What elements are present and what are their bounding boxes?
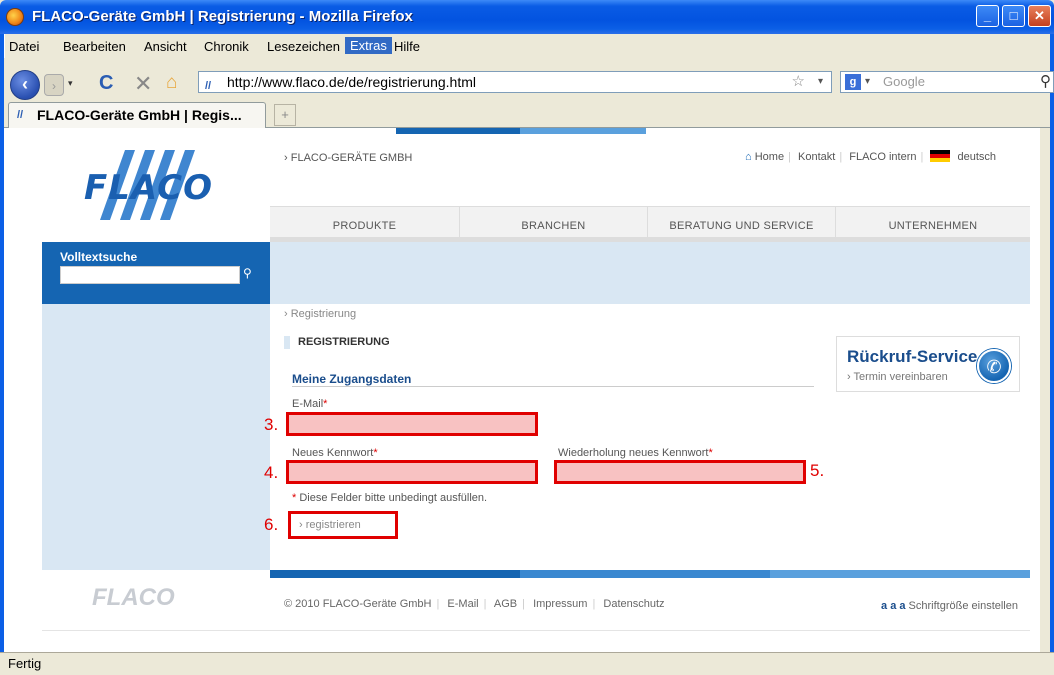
- font-size-control[interactable]: a a a Schriftgröße einstellen: [881, 600, 1018, 612]
- font-size-label: Schriftgröße einstellen: [908, 600, 1018, 612]
- minimize-button[interactable]: _: [976, 5, 999, 27]
- forward-button[interactable]: ›: [44, 74, 64, 96]
- fulltext-search-label: Volltextsuche: [60, 250, 138, 264]
- email-label: E-Mail*: [292, 398, 328, 410]
- footer-email-link[interactable]: E-Mail: [447, 598, 478, 610]
- language-link[interactable]: deutsch: [957, 151, 996, 163]
- window-title: FLACO-Geräte GmbH | Registrierung - Mozi…: [32, 8, 413, 25]
- menu-chronik[interactable]: Chronik: [204, 39, 249, 54]
- fulltext-search: Volltextsuche ⚲: [42, 242, 270, 304]
- vertical-scrollbar[interactable]: [1040, 128, 1050, 652]
- kontakt-link[interactable]: Kontakt: [798, 151, 835, 163]
- tab-label: FLACO-Geräte GmbH | Regis...: [37, 107, 242, 123]
- banner-area: [270, 242, 1030, 304]
- register-button[interactable]: › registrieren: [288, 511, 398, 539]
- search-engine-dropdown-icon[interactable]: ▾: [865, 72, 870, 92]
- home-icon[interactable]: ⌂: [166, 72, 177, 94]
- menu-datei[interactable]: Datei: [9, 39, 39, 54]
- navigation-toolbar: ‹ › ▾ C ✕ ⌂ // http://www.flaco.de/de/re…: [4, 60, 1054, 102]
- site-favicon-icon: //: [205, 80, 212, 92]
- history-dropdown-icon[interactable]: ▾: [68, 78, 73, 89]
- status-bar: Fertig: [0, 652, 1054, 675]
- menu-bearbeiten[interactable]: Bearbeiten: [63, 39, 126, 54]
- callback-link[interactable]: › Termin vereinbaren: [847, 371, 948, 383]
- bottom-stripe: [270, 570, 1030, 578]
- home-link-icon[interactable]: ⌂: [745, 151, 752, 163]
- stop-icon[interactable]: ✕: [134, 71, 152, 97]
- nav-tab-branchen[interactable]: BRANCHEN: [460, 207, 648, 243]
- menu-hilfe[interactable]: Hilfe: [394, 39, 420, 54]
- copyright: © 2010 FLACO-Geräte GmbH: [284, 598, 432, 610]
- flaco-intern-link[interactable]: FLACO intern: [849, 151, 916, 163]
- reload-icon[interactable]: C: [99, 72, 113, 95]
- search-bar[interactable]: g ▾ Google ⚲: [840, 71, 1054, 93]
- section-title: Meine Zugangsdaten: [292, 372, 412, 386]
- section-divider: [292, 386, 814, 387]
- left-sidebar-panel: [42, 304, 270, 570]
- password-field[interactable]: [286, 460, 538, 484]
- url-dropdown-icon[interactable]: ▾: [818, 72, 823, 92]
- annotation-5: 5.: [810, 461, 825, 480]
- main-navigation: PRODUKTE BRANCHEN BERATUNG UND SERVICE U…: [270, 206, 1030, 243]
- window-frame-right: [1050, 34, 1054, 652]
- footer-agb-link[interactable]: AGB: [494, 598, 517, 610]
- menu-ansicht[interactable]: Ansicht: [144, 39, 187, 54]
- menu-lesezeichen[interactable]: Lesezeichen: [267, 39, 340, 54]
- search-placeholder: Google: [883, 74, 925, 89]
- nav-tab-unternehmen[interactable]: UNTERNEHMEN: [836, 207, 1030, 243]
- phone-icon: ✆: [977, 349, 1011, 383]
- footer-datenschutz-link[interactable]: Datenschutz: [603, 598, 664, 610]
- web-page: FLACO Volltextsuche ⚲ FLACO › FLACO-GERÄ…: [42, 128, 1030, 652]
- bookmark-star-icon[interactable]: ☆: [792, 72, 805, 92]
- logo-area[interactable]: FLACO: [42, 128, 270, 242]
- close-window-button[interactable]: ✕: [1028, 5, 1051, 27]
- left-column: FLACO Volltextsuche ⚲ FLACO: [42, 128, 270, 652]
- footer-logo: FLACO: [92, 584, 175, 611]
- page-breadcrumb[interactable]: › Registrierung: [284, 308, 356, 320]
- required-hint: * Diese Felder bitte unbedingt ausfüllen…: [292, 492, 488, 504]
- header-breadcrumb[interactable]: › FLACO-GERÄTE GMBH: [284, 152, 412, 164]
- tab-bar: // FLACO-Geräte GmbH | Regis... +: [4, 102, 1050, 128]
- tab-active[interactable]: // FLACO-Geräte GmbH | Regis...: [8, 102, 266, 128]
- font-size-icons[interactable]: a a a: [881, 600, 905, 612]
- footer-links: © 2010 FLACO-Geräte GmbH | E-Mail | AGB | I…: [284, 598, 665, 610]
- page-bottom: [42, 630, 1030, 652]
- back-button[interactable]: ‹: [10, 70, 40, 100]
- password-label: Neues Kennwort*: [292, 447, 378, 459]
- page-title: REGISTRIERUNG: [284, 336, 390, 349]
- german-flag-icon[interactable]: [930, 150, 951, 162]
- search-engine-icon[interactable]: g: [845, 74, 861, 90]
- footer-impressum-link[interactable]: Impressum: [533, 598, 587, 610]
- menu-bar: Datei Bearbeiten Ansicht Chronik Lesezei…: [4, 34, 1050, 58]
- fulltext-search-input[interactable]: [60, 266, 240, 284]
- firefox-icon: [6, 8, 24, 26]
- callback-title: Rückruf-Service: [847, 347, 978, 366]
- footer-logo-area: FLACO: [42, 570, 270, 630]
- flaco-logo: FLACO: [84, 168, 214, 208]
- password-repeat-field[interactable]: [554, 460, 806, 484]
- fulltext-search-icon[interactable]: ⚲: [243, 266, 252, 280]
- tab-favicon-icon: //: [17, 109, 24, 121]
- main-column: › FLACO-GERÄTE GMBH ⌂ Home | Kontakt | FLA…: [264, 128, 1030, 652]
- annotation-3: 3.: [264, 415, 279, 434]
- home-link[interactable]: Home: [755, 151, 784, 163]
- annotation-4: 4.: [264, 463, 279, 482]
- page-viewport: FLACO Volltextsuche ⚲ FLACO › FLACO-GERÄ…: [4, 128, 1050, 652]
- search-icon[interactable]: ⚲: [1040, 72, 1051, 92]
- url-text: http://www.flaco.de/de/registrierung.htm…: [227, 74, 477, 90]
- password-repeat-label: Wiederholung neues Kennwort*: [558, 447, 713, 459]
- header-links: ⌂ Home | Kontakt | FLACO intern | deutsch: [745, 150, 996, 163]
- nav-tab-beratung[interactable]: BERATUNG UND SERVICE: [648, 207, 836, 243]
- top-stripe: [270, 128, 1030, 136]
- callback-service-box[interactable]: Rückruf-Service › Termin vereinbaren ✆: [836, 336, 1020, 392]
- annotation-6: 6.: [264, 515, 279, 534]
- menu-extras[interactable]: Extras: [345, 37, 392, 54]
- email-field[interactable]: [286, 412, 538, 436]
- maximize-button[interactable]: □: [1002, 5, 1025, 27]
- url-bar[interactable]: // http://www.flaco.de/de/registrierung.…: [198, 71, 832, 93]
- new-tab-button[interactable]: +: [274, 104, 296, 126]
- window-titlebar: FLACO-Geräte GmbH | Registrierung - Mozi…: [0, 0, 1054, 34]
- nav-tab-produkte[interactable]: PRODUKTE: [270, 207, 460, 243]
